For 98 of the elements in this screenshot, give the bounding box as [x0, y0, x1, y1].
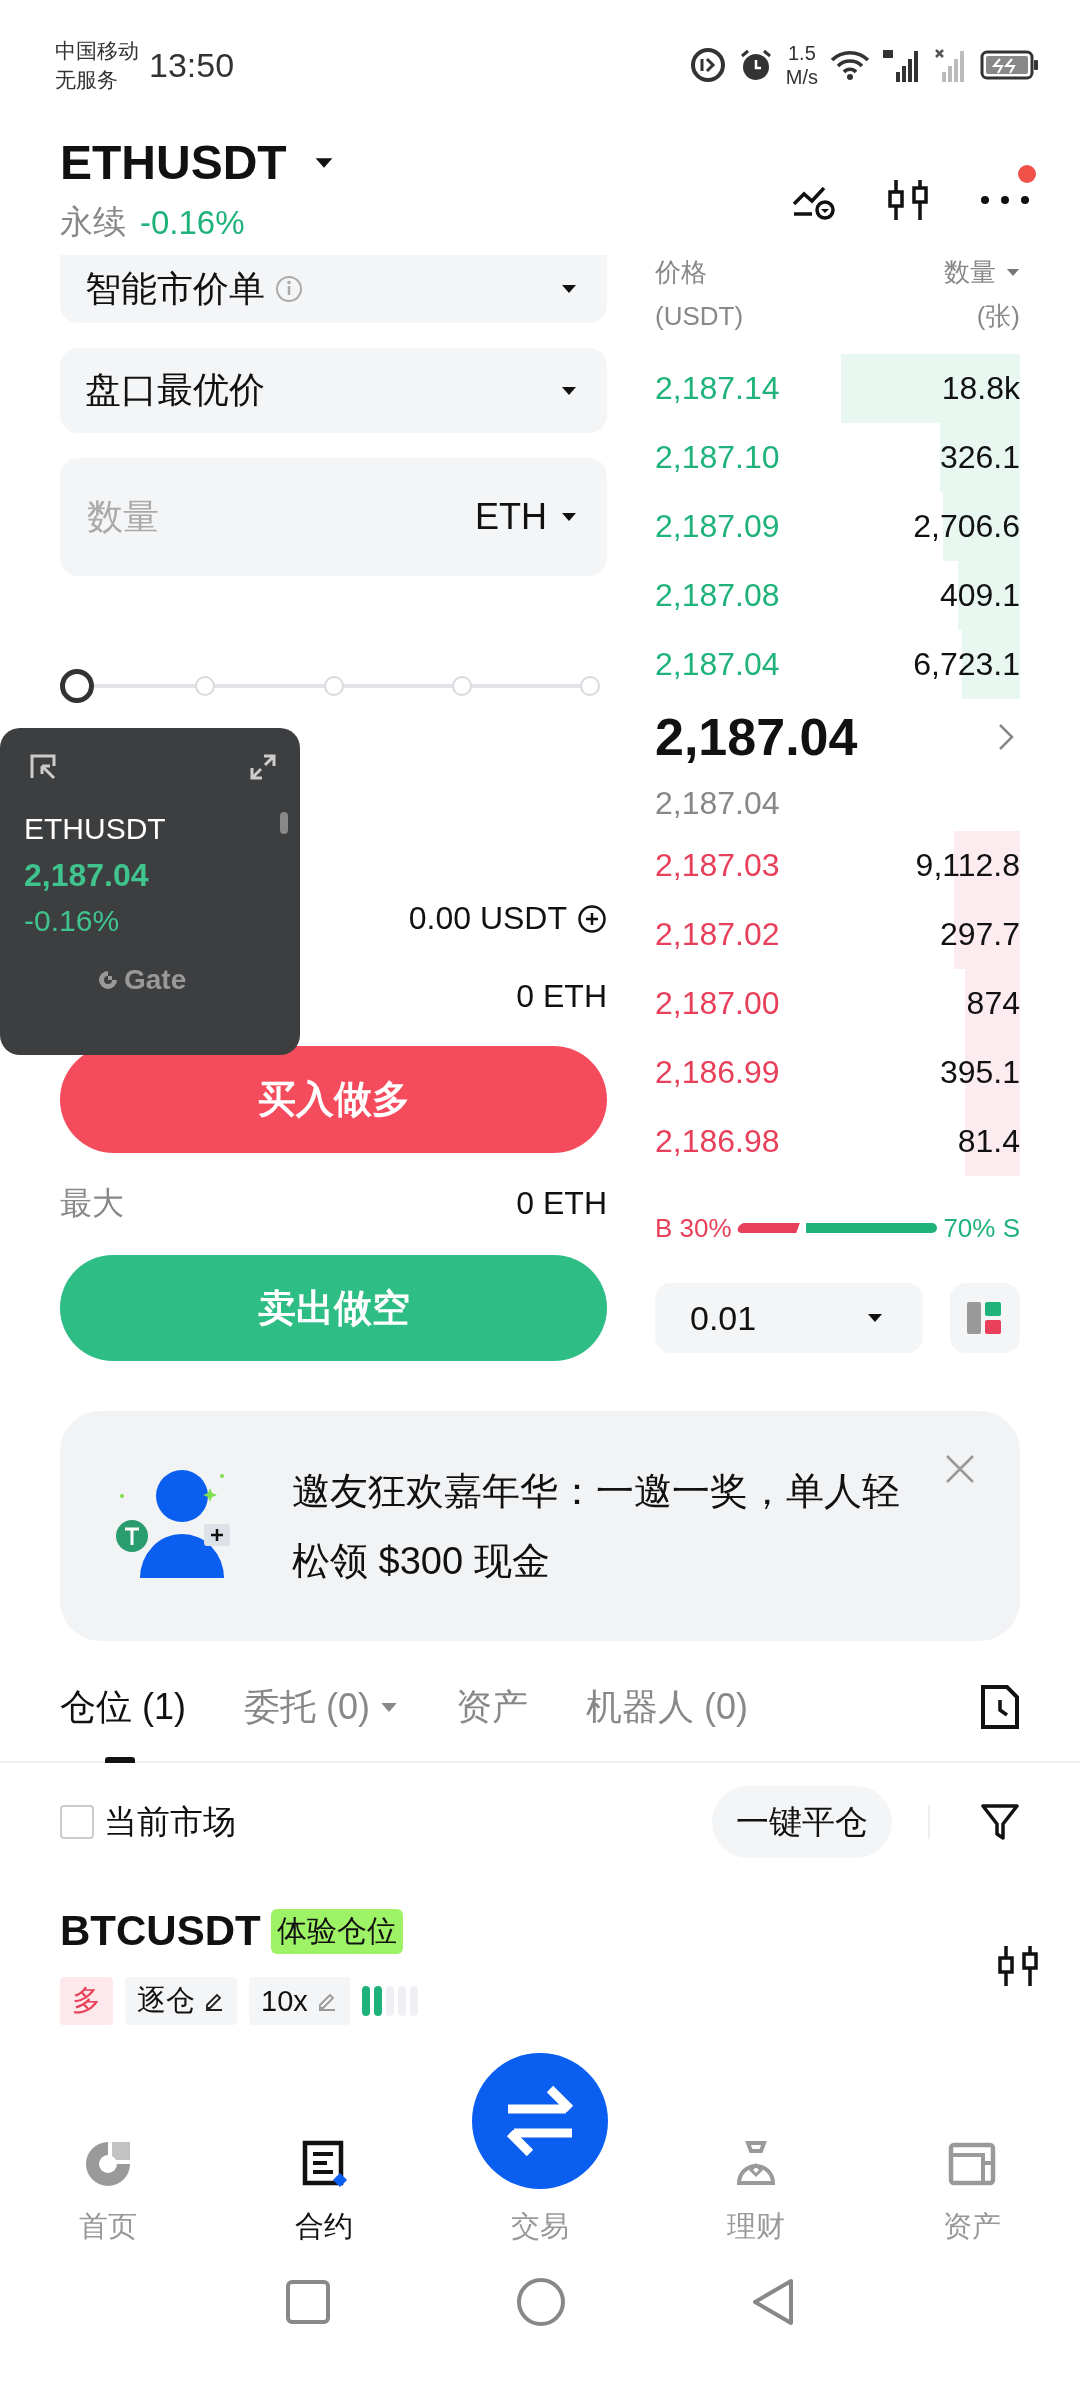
- order-quantity: 9,112.8: [915, 847, 1020, 884]
- max-label: 最大: [60, 1183, 124, 1223]
- mark-price: 2,187.04: [655, 783, 781, 823]
- caret-icon: [867, 1313, 883, 1323]
- caret-icon: [380, 1701, 398, 1713]
- price-type-label: 盘口最优价: [85, 368, 265, 412]
- home-button-icon[interactable]: [516, 2277, 566, 2327]
- filter-icon[interactable]: [980, 1802, 1020, 1842]
- symbol-title[interactable]: ETHUSDT: [60, 135, 287, 190]
- order-quantity: 18.8k: [941, 370, 1020, 407]
- order-book-row[interactable]: 2,187.03 9,112.8: [655, 831, 1020, 900]
- price-type-dropdown[interactable]: 盘口最优价: [60, 348, 607, 433]
- order-price[interactable]: 2,186.98: [655, 1123, 780, 1160]
- back-icon[interactable]: [751, 2277, 795, 2327]
- order-price[interactable]: 2,187.00: [655, 985, 780, 1022]
- max-sell-amount: 0 ETH: [516, 1185, 607, 1222]
- order-quantity: 409.1: [939, 577, 1020, 614]
- swap-icon: [472, 2053, 608, 2189]
- widget-price: 2,187.04: [24, 856, 150, 895]
- expand-icon[interactable]: [248, 752, 278, 782]
- add-circle-icon[interactable]: [577, 903, 607, 934]
- available-balance: 0.00 USDT: [408, 900, 567, 937]
- trial-position-badge: 体验仓位: [270, 1908, 403, 1954]
- quantity-unit: (张): [976, 300, 1020, 333]
- order-price[interactable]: 2,187.03: [655, 847, 780, 884]
- leverage-tag[interactable]: 10x: [249, 1977, 350, 2025]
- order-quantity: 81.4: [957, 1123, 1020, 1160]
- order-quantity: 297.7: [939, 916, 1020, 953]
- wifi-icon: [830, 49, 870, 81]
- order-book-row[interactable]: 2,187.00 874: [655, 969, 1020, 1038]
- nav-item[interactable]: 合约: [216, 2139, 432, 2247]
- close-all-button[interactable]: 一键平仓: [712, 1786, 892, 1858]
- layout-button[interactable]: [950, 1283, 1020, 1353]
- margin-mode-tag[interactable]: 逐仓: [125, 1977, 237, 2025]
- order-history-icon[interactable]: [980, 1684, 1020, 1730]
- service-status: 无服务: [55, 67, 119, 93]
- price-unit: (USDT): [655, 300, 744, 333]
- unit-selector[interactable]: ETH: [475, 496, 577, 538]
- order-book-row[interactable]: 2,187.09 2,706.6: [655, 492, 1020, 561]
- order-book-row[interactable]: 2,186.99 395.1: [655, 1038, 1020, 1107]
- order-quantity: 6,723.1: [913, 646, 1020, 683]
- current-market-label: 当前市场: [104, 1801, 236, 1842]
- chevron-right-icon[interactable]: [998, 723, 1014, 751]
- widget-symbol: ETHUSDT: [24, 811, 167, 847]
- order-book-row[interactable]: 2,187.08 409.1: [655, 561, 1020, 630]
- brand-logo-icon: [96, 968, 120, 992]
- current-market-checkbox[interactable]: [60, 1805, 94, 1839]
- promo-banner[interactable]: 邀友狂欢嘉年华：一邀一奖，单人轻松领 $300 现金: [60, 1411, 1020, 1641]
- quantity-column-header[interactable]: 数量: [944, 250, 996, 294]
- caret-icon: [561, 284, 577, 294]
- tab[interactable]: 委托 (0): [244, 1653, 398, 1761]
- home-icon: [83, 2139, 133, 2189]
- order-quantity: 395.1: [939, 1054, 1020, 1091]
- last-price: 2,187.04: [655, 707, 858, 767]
- floating-price-widget[interactable]: ETHUSDT 2,187.04 -0.16% Gate: [0, 728, 300, 1055]
- exit-window-icon[interactable]: [28, 752, 58, 782]
- scroll-indicator: [280, 812, 288, 834]
- price-change: -0.16%: [140, 203, 245, 242]
- battery-icon: [980, 50, 1040, 80]
- brand-name: Gate: [124, 964, 187, 996]
- position-symbol[interactable]: BTCUSDT: [60, 1907, 261, 1955]
- sell-ratio: 70% S: [943, 1212, 1020, 1244]
- tab[interactable]: 资产: [456, 1653, 528, 1761]
- order-book-row[interactable]: 2,187.02 297.7: [655, 900, 1020, 969]
- order-book-row[interactable]: 2,187.04 6,723.1: [655, 630, 1020, 699]
- recent-apps-icon[interactable]: [285, 2279, 331, 2325]
- data-saver-icon: [689, 47, 726, 83]
- order-quantity: 2,706.6: [913, 508, 1020, 545]
- tab[interactable]: 机器人 (0): [586, 1653, 748, 1761]
- side-tag: 多: [60, 1977, 113, 2025]
- price-column-header: 价格: [655, 256, 708, 289]
- candlestick-icon[interactable]: [996, 1944, 1040, 1988]
- contract-type: 永续: [60, 202, 126, 242]
- tab[interactable]: 仓位 (1): [60, 1653, 186, 1761]
- max-buy-amount: 0 ETH: [516, 978, 607, 1015]
- order-quantity: 874: [966, 985, 1020, 1022]
- order-quantity: 326.1: [939, 439, 1020, 476]
- order-price[interactable]: 2,187.02: [655, 916, 780, 953]
- carrier-name: 中国移动: [55, 38, 139, 64]
- status-time: 13:50: [149, 45, 235, 85]
- caret-icon: [561, 512, 577, 522]
- quantity-field[interactable]: 数量 ETH: [60, 458, 607, 576]
- candlestick-icon[interactable]: [886, 178, 930, 222]
- order-type-dropdown[interactable]: 智能市价单: [60, 255, 607, 323]
- order-book-row[interactable]: 2,187.14 18.8k: [655, 354, 1020, 423]
- order-type-label: 智能市价单: [85, 266, 265, 311]
- network-speed: 1.5: [788, 41, 816, 65]
- order-price[interactable]: 2,186.99: [655, 1054, 780, 1091]
- speed-unit: M/s: [785, 65, 818, 89]
- close-icon[interactable]: [944, 1453, 976, 1485]
- buy-ratio: B 30%: [655, 1212, 732, 1244]
- caret-icon: [561, 385, 577, 396]
- widget-change: -0.16%: [24, 903, 121, 939]
- more-icon[interactable]: [980, 195, 1030, 205]
- precision-dropdown[interactable]: 0.01: [655, 1283, 923, 1353]
- order-book-row[interactable]: 2,186.98 81.4: [655, 1107, 1020, 1176]
- order-book-row[interactable]: 2,187.10 326.1: [655, 423, 1020, 492]
- banner-text: 邀友狂欢嘉年华：一邀一奖，单人轻松领 $300 现金: [292, 1469, 901, 1584]
